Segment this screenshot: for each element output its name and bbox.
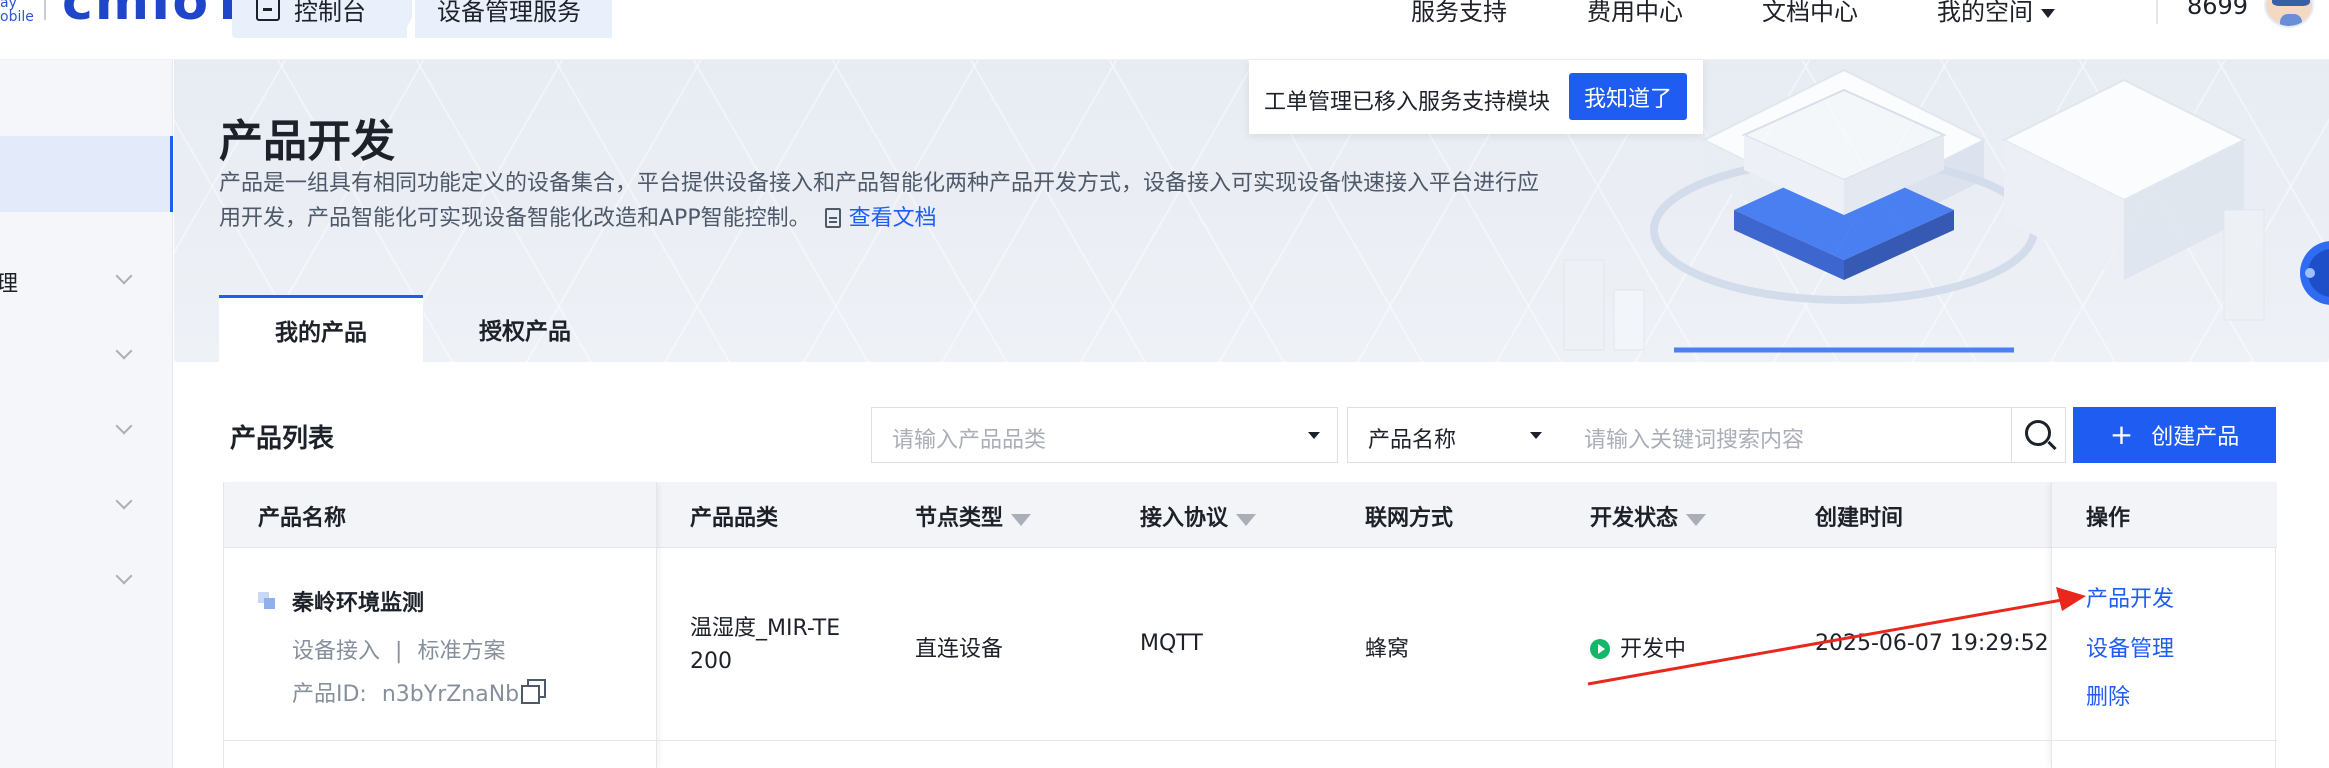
product-id-label: 产品ID: xyxy=(292,682,367,707)
status-play-icon xyxy=(1590,639,1610,659)
chevron-down-icon xyxy=(115,492,133,510)
device-manage-link[interactable]: 设备管理 xyxy=(2086,631,2174,663)
notice-text: 工单管理已移入服务支持模块 xyxy=(1264,90,1551,115)
sidebar-item-label: 理 xyxy=(0,272,19,297)
floating-assistant-icon[interactable] xyxy=(2296,228,2329,318)
sidebar-item-group[interactable] xyxy=(0,325,173,385)
fixed-left-column xyxy=(224,482,657,768)
search-field-value: 产品名称 xyxy=(1368,428,1457,453)
logo-sub-line2: obile xyxy=(0,9,34,25)
chevron-down-icon xyxy=(115,342,133,360)
logo-subtext: ay obile xyxy=(0,0,34,24)
column-header-node-type: 节点类型 xyxy=(915,500,1032,532)
row-divider xyxy=(224,740,2277,741)
column-header-protocol: 接入协议 xyxy=(1140,500,1257,532)
create-product-label: 创建产品 xyxy=(2151,425,2240,450)
sidebar-item-group[interactable] xyxy=(0,550,173,610)
console-icon xyxy=(256,0,280,21)
notice-popover: 工单管理已移入服务支持模块 我知道了 xyxy=(1249,60,1703,134)
create-product-button[interactable]: + 创建产品 xyxy=(2073,407,2276,463)
chevron-down-icon xyxy=(115,267,133,285)
caret-down-icon xyxy=(1308,432,1320,439)
product-cube-icon xyxy=(258,592,276,610)
access-protocol: MQTT xyxy=(1140,631,1203,656)
tab-my-products[interactable]: 我的产品 xyxy=(219,295,423,362)
column-header-protocol-label: 接入协议 xyxy=(1140,506,1229,531)
page-root: ay obile cmIoT 控制台 设备管理服务 服务支持 费用中心 文档中心… xyxy=(0,0,2329,768)
delete-link[interactable]: 删除 xyxy=(2086,679,2130,711)
view-docs-link[interactable]: 查看文档 xyxy=(849,206,937,231)
filter-icon[interactable] xyxy=(1011,514,1032,526)
filter-icon[interactable] xyxy=(1236,514,1257,526)
caret-down-icon xyxy=(2041,8,2055,18)
plus-icon: + xyxy=(2109,418,2134,451)
nav-billing-center[interactable]: 费用中心 xyxy=(1587,0,1683,27)
search-placeholder: 请输入关键词搜索内容 xyxy=(1584,428,1805,453)
separator: | xyxy=(395,639,403,664)
created-time: 2025-06-07 19:29:52 xyxy=(1815,631,2049,656)
nav-service-support[interactable]: 服务支持 xyxy=(1411,0,1507,27)
dev-status: 开发中 xyxy=(1590,631,1686,663)
fixed-right-column xyxy=(2051,482,2277,768)
brand-logo[interactable]: cmIoT xyxy=(62,0,248,32)
column-header-dev-status: 开发状态 xyxy=(1590,500,1707,532)
sidebar-item-group[interactable] xyxy=(0,475,173,535)
nav-docs-center[interactable]: 文档中心 xyxy=(1762,0,1858,27)
caret-down-icon xyxy=(1530,432,1542,439)
description-line-1: 产品是一组具有相同功能定义的设备集合，平台提供设备接入和产品智能化两种产品开发方… xyxy=(219,171,1540,196)
category-placeholder: 请输入产品品类 xyxy=(892,428,1047,453)
description-line-2: 用开发，产品智能化可实现设备智能化改造和APP智能控制。 xyxy=(219,206,811,231)
search-input[interactable]: 请输入关键词搜索内容 xyxy=(1564,407,2012,463)
category-line-2: 200 xyxy=(690,649,732,674)
product-category: 温湿度_MIR-TE 200 xyxy=(690,612,840,678)
search-icon-handle xyxy=(2047,440,2057,451)
got-it-button[interactable]: 我知道了 xyxy=(1569,73,1687,120)
product-name[interactable]: 秦岭环境监测 xyxy=(292,585,424,617)
document-icon xyxy=(824,208,841,228)
sidebar-item-group[interactable] xyxy=(0,400,173,460)
filter-icon[interactable] xyxy=(1686,514,1707,526)
product-id: 产品ID: n3bYrZnaNb xyxy=(292,676,519,708)
product-id-value: n3bYrZnaNb xyxy=(381,682,520,707)
breadcrumb-console-label: 控制台 xyxy=(294,0,366,26)
chevron-down-icon xyxy=(115,417,133,435)
product-develop-link[interactable]: 产品开发 xyxy=(2086,581,2174,613)
scheme-label: 标准方案 xyxy=(417,639,506,664)
nav-divider xyxy=(2156,0,2158,24)
column-header-node-type-label: 节点类型 xyxy=(915,506,1004,531)
page-description: 产品是一组具有相同功能定义的设备集合，平台提供设备接入和产品智能化两种产品开发方… xyxy=(219,166,1639,236)
product-list-title: 产品列表 xyxy=(230,424,335,454)
search-field-select[interactable]: 产品名称 xyxy=(1347,407,1565,463)
category-select[interactable]: 请输入产品品类 xyxy=(871,407,1338,463)
chevron-down-icon xyxy=(115,567,133,585)
logo-divider xyxy=(44,0,46,20)
breadcrumb-console[interactable]: 控制台 xyxy=(232,0,407,38)
avatar[interactable] xyxy=(2264,0,2314,28)
sidebar: 理 xyxy=(0,60,173,768)
page-title: 产品开发 xyxy=(219,116,395,167)
dev-status-label: 开发中 xyxy=(1620,637,1687,662)
nav-my-space-label: 我的空间 xyxy=(1937,0,2033,26)
column-header-created: 创建时间 xyxy=(1815,506,1904,531)
search-button[interactable] xyxy=(2011,407,2066,463)
product-table: 产品名称 产品品类 节点类型 接入协议 联网方式 开发状态 创建时间 操作 秦岭… xyxy=(223,482,2277,768)
node-type: 直连设备 xyxy=(915,637,1004,662)
sidebar-item-manage[interactable]: 理 xyxy=(0,250,173,310)
network-method: 蜂窝 xyxy=(1365,637,1410,662)
column-header-dev-status-label: 开发状态 xyxy=(1590,506,1679,531)
copy-icon[interactable] xyxy=(521,679,546,704)
breadcrumb-device-service[interactable]: 设备管理服务 xyxy=(412,0,612,38)
sidebar-item-active[interactable] xyxy=(0,136,173,212)
top-navbar: ay obile cmIoT 控制台 设备管理服务 服务支持 费用中心 文档中心… xyxy=(0,0,2329,60)
category-line-1: 温湿度_MIR-TE xyxy=(690,616,841,641)
product-access-type: 设备接入 | 标准方案 xyxy=(292,633,505,665)
column-header-network: 联网方式 xyxy=(1365,506,1454,531)
nav-my-space[interactable]: 我的空间 xyxy=(1937,0,2055,27)
column-header-category: 产品品类 xyxy=(690,506,779,531)
access-type-label: 设备接入 xyxy=(292,639,381,664)
user-name[interactable]: 8699 xyxy=(2187,0,2248,20)
tab-authorized-products[interactable]: 授权产品 xyxy=(423,295,627,362)
breadcrumb-service-label: 设备管理服务 xyxy=(437,0,581,26)
